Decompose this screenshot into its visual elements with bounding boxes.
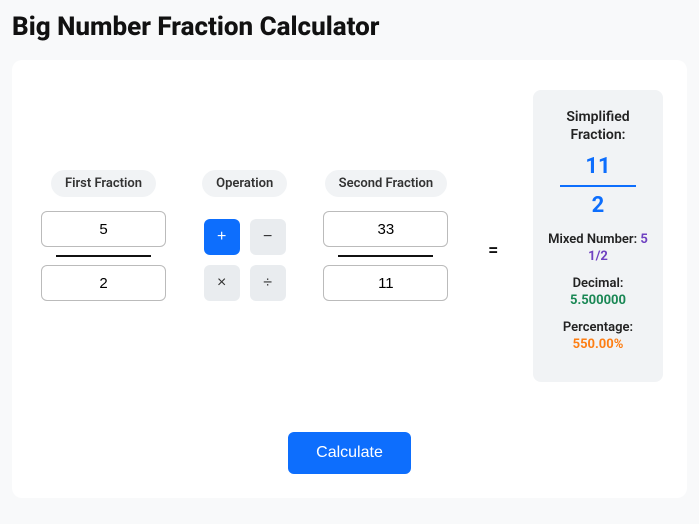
calculate-button-row: Calculate [36, 432, 663, 474]
first-numerator-input[interactable] [41, 211, 166, 247]
second-numerator-input[interactable] [323, 211, 448, 247]
calculator-row: First Fraction Operation + − × ÷ Second … [36, 90, 663, 382]
op-multiply-button[interactable]: × [204, 265, 240, 301]
op-subtract-button[interactable]: − [250, 219, 286, 255]
result-fraction-line [560, 185, 636, 187]
percentage-value: 550.00% [545, 337, 651, 354]
result-numerator: 11 [545, 154, 651, 179]
op-add-button[interactable]: + [204, 219, 240, 255]
decimal-label: Decimal: [545, 276, 651, 293]
decimal-value: 5.500000 [545, 293, 651, 310]
result-denominator: 2 [545, 193, 651, 218]
operation-block: Operation + − × ÷ [200, 170, 290, 301]
calculator-card: First Fraction Operation + − × ÷ Second … [12, 60, 687, 498]
operation-label: Operation [202, 170, 287, 197]
percentage-row: Percentage: 550.00% [545, 320, 651, 354]
fraction-line [56, 255, 151, 257]
mixed-number-row: Mixed Number: 5 1/2 [545, 232, 651, 266]
first-denominator-input[interactable] [41, 265, 166, 301]
operation-buttons: + − × ÷ [204, 219, 286, 301]
second-denominator-input[interactable] [323, 265, 448, 301]
second-fraction-label: Second Fraction [325, 170, 447, 197]
page-title: Big Number Fraction Calculator [12, 12, 687, 42]
mixed-number-label: Mixed Number: [548, 232, 640, 247]
first-fraction-block: First Fraction [36, 170, 171, 301]
calculate-button[interactable]: Calculate [288, 432, 411, 474]
decimal-row: Decimal: 5.500000 [545, 276, 651, 310]
simplified-fraction-label: Simplified Fraction: [545, 108, 651, 144]
op-divide-button[interactable]: ÷ [250, 265, 286, 301]
first-fraction-label: First Fraction [51, 170, 156, 197]
equals-sign: = [482, 240, 504, 261]
percentage-label: Percentage: [545, 320, 651, 337]
second-fraction-block: Second Fraction [318, 170, 453, 301]
result-panel: Simplified Fraction: 11 2 Mixed Number: … [533, 90, 663, 382]
fraction-line [338, 255, 433, 257]
